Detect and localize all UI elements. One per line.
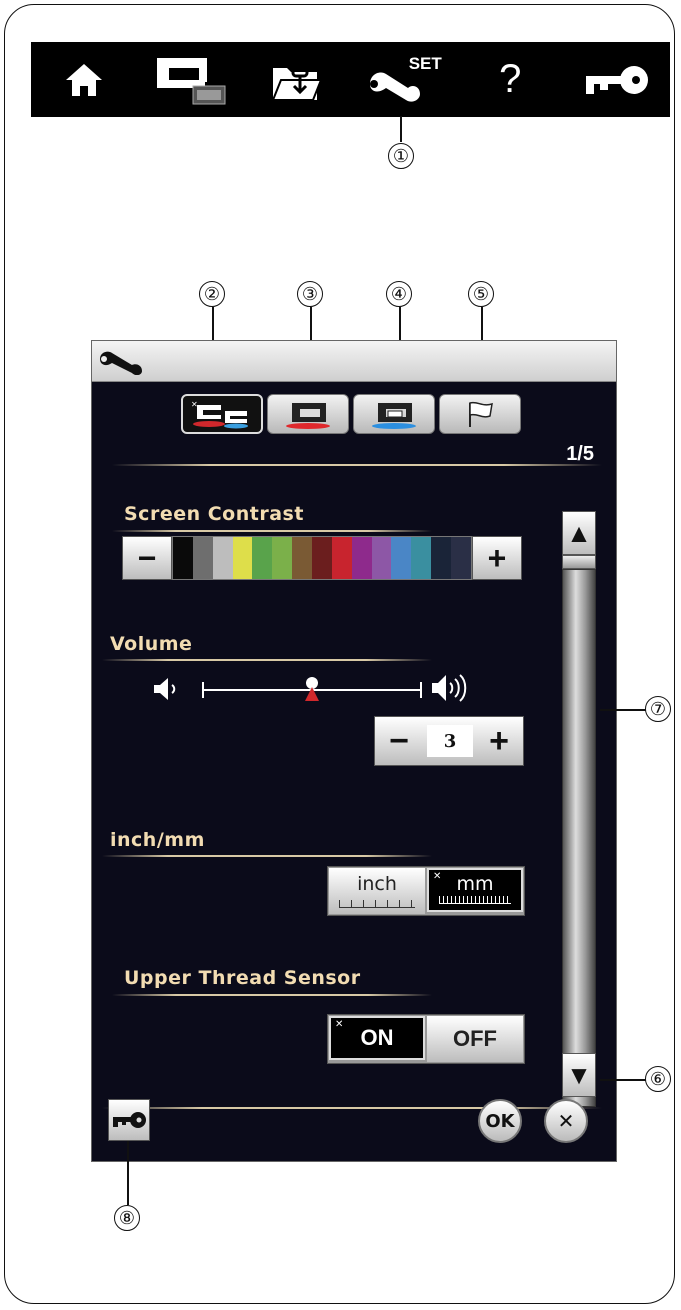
callout-5: ⑤ xyxy=(468,281,494,307)
thread-sensor-toggle: ON ✕ OFF xyxy=(327,1014,525,1064)
callout-3: ③ xyxy=(297,281,323,307)
scroll-track[interactable] xyxy=(562,569,596,1107)
mm-ruler-icon xyxy=(439,896,511,904)
tab-embroidery[interactable] xyxy=(353,394,435,434)
divider xyxy=(102,659,432,661)
help-icon[interactable]: ? xyxy=(470,50,550,110)
contrast-swatch xyxy=(431,537,452,579)
callout-leader xyxy=(400,116,402,142)
callout-8: ⑧ xyxy=(114,1205,140,1231)
contrast-color-strip xyxy=(172,536,472,580)
contrast-swatch xyxy=(451,537,471,579)
contrast-swatch xyxy=(292,537,313,579)
units-label: inch/mm xyxy=(110,829,205,851)
contrast-swatch xyxy=(173,537,193,579)
embroidery-icon xyxy=(372,403,416,429)
speaker-low-icon xyxy=(154,678,176,700)
common-settings-icon: ✕ xyxy=(191,400,248,429)
sewing-machine-icon[interactable] xyxy=(151,50,231,110)
cancel-button[interactable]: ✕ xyxy=(544,1099,588,1143)
inch-button[interactable]: inch xyxy=(329,868,425,914)
contrast-swatch xyxy=(312,537,332,579)
inch-ruler-icon xyxy=(339,900,415,908)
contrast-swatch xyxy=(232,537,253,579)
volume-slider[interactable] xyxy=(202,677,422,701)
set-label: SET xyxy=(408,53,442,73)
selected-sparkle-icon: ✕ xyxy=(335,1019,344,1030)
wrench-icon xyxy=(100,351,142,375)
volume-level-marker xyxy=(305,687,319,701)
language-flag-icon xyxy=(469,401,493,427)
contrast-swatch xyxy=(351,537,372,579)
sensor-on-button[interactable]: ON ✕ xyxy=(329,1016,425,1060)
selected-sparkle-icon: ✕ xyxy=(433,871,442,882)
contrast-swatch xyxy=(252,537,273,579)
callout-leader xyxy=(600,709,646,711)
top-toolbar: SET ? xyxy=(31,42,670,117)
home-icon[interactable] xyxy=(44,50,124,110)
divider xyxy=(112,994,432,996)
callout-7: ⑦ xyxy=(645,696,671,722)
lock-key-icon[interactable] xyxy=(577,50,657,110)
ok-button[interactable]: OK xyxy=(478,1099,522,1143)
volume-label: Volume xyxy=(110,633,193,655)
tab-common-settings[interactable]: ✕ xyxy=(181,394,263,434)
contrast-swatch xyxy=(391,537,412,579)
contrast-swatch xyxy=(272,537,293,579)
tab-language[interactable] xyxy=(439,394,521,434)
volume-plus-button[interactable]: + xyxy=(477,719,521,763)
open-file-icon[interactable] xyxy=(257,50,337,110)
svg-text:✕: ✕ xyxy=(191,400,198,409)
contrast-minus-button[interactable]: − xyxy=(122,536,172,580)
sensor-off-button[interactable]: OFF xyxy=(427,1016,523,1062)
contrast-plus-button[interactable]: + xyxy=(472,536,522,580)
volume-minus-button[interactable]: − xyxy=(377,719,421,763)
callout-1: ① xyxy=(388,143,414,169)
panel-header xyxy=(92,341,616,382)
divider xyxy=(112,530,432,532)
thread-sensor-label: Upper Thread Sensor xyxy=(124,967,361,989)
callout-leader xyxy=(600,1079,646,1081)
mm-button[interactable]: mm ✕ xyxy=(427,868,523,912)
screen-contrast-label: Screen Contrast xyxy=(124,503,304,525)
scroll-down-button[interactable]: ▼ xyxy=(562,1053,596,1097)
contrast-swatch xyxy=(331,537,352,579)
scroll-thumb[interactable] xyxy=(562,555,596,569)
speaker-high-icon xyxy=(432,674,467,702)
callout-2: ② xyxy=(199,281,225,307)
tab-ordinary-sewing[interactable] xyxy=(267,394,349,434)
contrast-swatch xyxy=(371,537,392,579)
page-indicator: 1/5 xyxy=(566,443,594,465)
lock-key-button[interactable] xyxy=(108,1099,150,1141)
volume-stepper: − 3 + xyxy=(374,716,524,766)
units-toggle: inch mm ✕ xyxy=(327,866,525,916)
contrast-swatch xyxy=(212,537,233,579)
wrench-set-icon[interactable]: SET xyxy=(364,50,444,110)
divider xyxy=(112,464,602,466)
volume-value: 3 xyxy=(427,725,473,757)
scroll-up-button[interactable]: ▲ xyxy=(562,511,596,555)
key-icon xyxy=(113,1112,146,1128)
callout-4: ④ xyxy=(386,281,412,307)
contrast-swatch xyxy=(192,537,213,579)
ordinary-sewing-icon xyxy=(286,403,330,429)
divider xyxy=(102,855,432,857)
divider xyxy=(102,1107,602,1109)
callout-6: ⑥ xyxy=(645,1066,671,1092)
contrast-swatch xyxy=(411,537,432,579)
settings-panel: ✕ 1/5 Screen Contrast − + Volume − 3 + i… xyxy=(91,340,617,1162)
callout-leader xyxy=(127,1141,129,1205)
